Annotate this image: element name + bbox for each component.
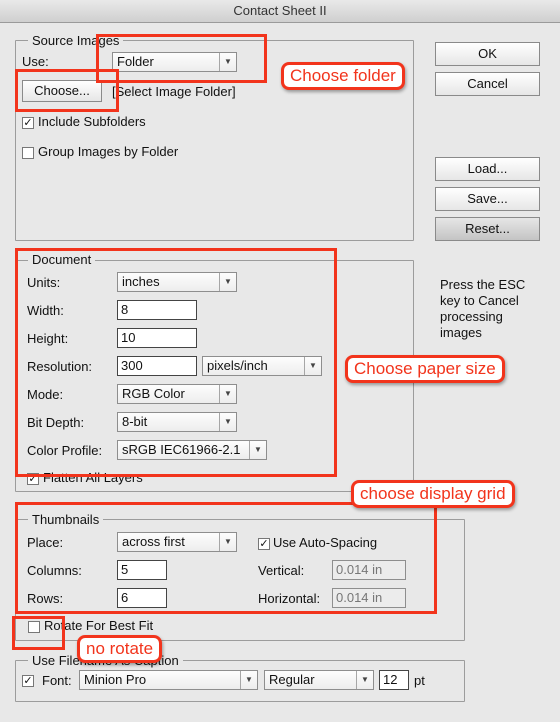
annotation-choose-folder: Choose folder xyxy=(281,62,405,90)
annotation-box-choose-button xyxy=(15,69,119,112)
font-style-select[interactable]: Regular ▼ xyxy=(264,670,374,690)
folder-path-label: [Select Image Folder] xyxy=(112,84,236,99)
annotation-box-folder-select xyxy=(96,34,267,83)
load-button[interactable]: Load... xyxy=(435,157,540,181)
annotation-choose-display-grid: choose display grid xyxy=(351,480,515,508)
chevron-down-icon: ▼ xyxy=(240,671,257,689)
annotation-choose-paper-size: Choose paper size xyxy=(345,355,505,383)
font-family-select[interactable]: Minion Pro ▼ xyxy=(79,670,258,690)
esc-note-line: processing xyxy=(440,309,503,324)
font-label: Font: xyxy=(42,673,72,688)
include-subfolders-checkbox[interactable]: ✓ xyxy=(22,117,34,129)
font-caption-checkbox[interactable]: ✓ xyxy=(22,675,34,687)
font-style-value: Regular xyxy=(269,672,315,687)
annotation-no-rotate: no rotate xyxy=(77,635,163,663)
esc-note-line: images xyxy=(440,325,482,340)
font-size-unit: pt xyxy=(414,673,425,688)
window-title: Contact Sheet II xyxy=(0,0,560,23)
ok-button[interactable]: OK xyxy=(435,42,540,66)
chevron-down-icon: ▼ xyxy=(356,671,373,689)
include-subfolders-label: Include Subfolders xyxy=(38,114,146,129)
annotation-box-document xyxy=(15,248,337,477)
font-size-input[interactable]: 12 xyxy=(379,670,409,690)
annotation-box-rotate xyxy=(12,616,65,650)
group-by-folder-checkbox[interactable] xyxy=(22,147,34,159)
font-family-value: Minion Pro xyxy=(84,672,147,687)
save-button[interactable]: Save... xyxy=(435,187,540,211)
group-by-folder-label: Group Images by Folder xyxy=(38,144,179,159)
esc-note: Press the ESC key to Cancel processing i… xyxy=(440,277,525,341)
cancel-button[interactable]: Cancel xyxy=(435,72,540,96)
esc-note-line: key to Cancel xyxy=(440,293,519,308)
use-label: Use: xyxy=(22,54,49,69)
annotation-box-thumbnails xyxy=(15,502,437,614)
reset-button[interactable]: Reset... xyxy=(435,217,540,241)
esc-note-line: Press the ESC xyxy=(440,277,526,292)
